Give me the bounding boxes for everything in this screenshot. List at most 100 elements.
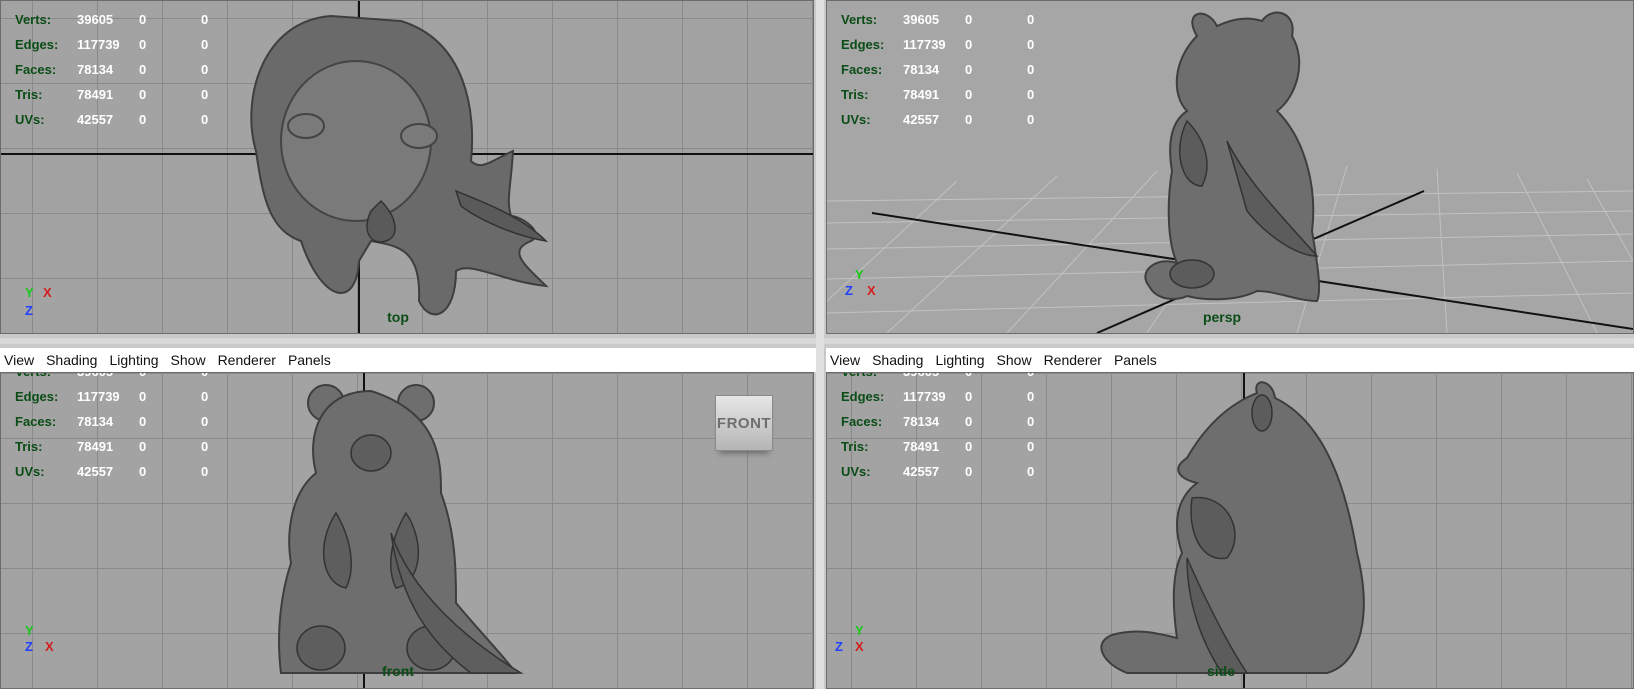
menu-shading[interactable]: Shading — [872, 352, 923, 368]
hud-value: 117739 — [77, 37, 120, 52]
hud-label: Verts: — [841, 12, 878, 27]
hud-value: 0 — [139, 373, 201, 379]
hud-row-verts: Verts:3960500 — [15, 373, 241, 384]
panel-menubar: View Shading Lighting Show Renderer Pane… — [826, 348, 1634, 372]
hud-value: 0 — [1027, 414, 1035, 429]
axis-y-label: Y — [25, 623, 34, 638]
axis-x-label: X — [43, 285, 52, 300]
hud-value: 0 — [1027, 373, 1067, 379]
viewcube-icon[interactable]: FRONT — [715, 395, 773, 451]
hud-label: Verts: — [841, 373, 903, 379]
hud-value: 0 — [139, 62, 147, 77]
axis-z-label: Z — [835, 639, 843, 654]
hud-row-verts: Verts:3960500 — [15, 7, 241, 32]
hud-value: 0 — [139, 87, 147, 102]
hud-label: Edges: — [841, 389, 885, 404]
hud-value: 0 — [201, 464, 209, 479]
menu-renderer[interactable]: Renderer — [1044, 352, 1102, 368]
hud-row-uvs: UVs: 42557 0 0 — [15, 459, 241, 484]
menu-view[interactable]: View — [830, 352, 860, 368]
hud-value: 0 — [965, 87, 973, 102]
hud-value: 39605 — [77, 373, 139, 379]
hud-label: Faces: — [841, 62, 883, 77]
menu-shading[interactable]: Shading — [46, 352, 97, 368]
hud-label: Tris: — [841, 439, 869, 454]
hud-label: Faces: — [15, 62, 57, 77]
hud-value: 78134 — [77, 414, 114, 429]
hud-row-faces: Faces: 78134 0 0 — [841, 409, 1067, 434]
hud-label: Tris: — [15, 87, 43, 102]
hud-value: 0 — [965, 112, 973, 127]
hud-row-tris: Tris: 78491 0 0 — [15, 82, 241, 107]
hud-value: 78134 — [903, 62, 940, 77]
axis-z-label: Z — [845, 283, 853, 298]
axis-x-label: X — [855, 639, 864, 654]
hud-row-tris: Tris: 78491 0 0 — [841, 82, 1067, 107]
hud-value: 0 — [1027, 439, 1035, 454]
hud-value: 39605 — [903, 12, 940, 27]
hud-value: 78491 — [77, 439, 114, 454]
viewport-front[interactable]: FRONT Verts:3960500 Edges:11773900 Faces… — [0, 372, 814, 689]
hud-value: 0 — [1027, 12, 1035, 27]
menu-lighting[interactable]: Lighting — [935, 352, 984, 368]
hud-row-uvs: UVs: 42557 0 0 — [841, 107, 1067, 132]
hud-row-edges: Edges: 117739 0 0 — [15, 384, 241, 409]
hud-value: 0 — [965, 12, 973, 27]
axis-gizmo-icon: Y Z X — [23, 623, 63, 663]
hud-row-edges: Edges: 117739 0 0 — [841, 32, 1067, 57]
hud-value: 0 — [1027, 37, 1035, 52]
hud-label: UVs: — [15, 464, 45, 479]
hud-value: 78134 — [903, 414, 940, 429]
panel-menubar: View Shading Lighting Show Renderer Pane… — [0, 348, 818, 372]
menu-view[interactable]: View — [4, 352, 34, 368]
hud-value: 39605 — [77, 12, 114, 27]
hud-value: 0 — [1027, 389, 1035, 404]
poly-count-hud: Verts: 39605 0 0 Edges: 117739 0 0 Faces: 78134… — [15, 7, 241, 132]
hud-value: 0 — [1027, 62, 1035, 77]
hud-value: 39605 — [903, 373, 965, 379]
panel-persp: Verts: 39605 0 0 Edges: 117739 0 0 Faces: 78134… — [826, 0, 1634, 338]
hud-value: 0 — [201, 37, 209, 52]
panel-divider-vertical[interactable] — [816, 0, 824, 689]
panel-top: Verts: 39605 0 0 Edges: 117739 0 0 Faces: 78134… — [0, 0, 818, 338]
axis-z-label: Z — [25, 639, 33, 654]
hud-value: 78491 — [903, 87, 940, 102]
hud-row-faces: Faces: 78134 0 0 — [15, 57, 241, 82]
axis-y-label: Y — [855, 623, 864, 638]
hud-row-verts: Verts:3960500 — [841, 373, 1067, 384]
menu-panels[interactable]: Panels — [288, 352, 331, 368]
hud-value: 0 — [201, 12, 209, 27]
menu-lighting[interactable]: Lighting — [109, 352, 158, 368]
hud-label: UVs: — [841, 464, 871, 479]
hud-label: UVs: — [15, 112, 45, 127]
viewport-top[interactable]: Verts: 39605 0 0 Edges: 117739 0 0 Faces: 78134… — [0, 0, 814, 334]
hud-value: 0 — [201, 439, 209, 454]
hud-row-uvs: UVs: 42557 0 0 — [15, 107, 241, 132]
hud-value: 78491 — [77, 87, 114, 102]
viewport-persp[interactable]: Verts: 39605 0 0 Edges: 117739 0 0 Faces: 78134… — [826, 0, 1634, 334]
axis-x-label: X — [45, 639, 54, 654]
hud-value: 0 — [139, 439, 147, 454]
hud-value: 0 — [139, 112, 147, 127]
axis-y-label: Y — [25, 285, 34, 300]
hud-value: 0 — [1027, 112, 1035, 127]
hud-label: Verts: — [15, 373, 77, 379]
hud-value: 0 — [201, 414, 209, 429]
hud-value: 42557 — [77, 464, 114, 479]
hud-row-faces: Faces: 78134 0 0 — [841, 57, 1067, 82]
hud-value: 0 — [201, 87, 209, 102]
camera-label: front — [382, 663, 414, 679]
axis-y-label: Y — [855, 267, 864, 282]
axis-z-label: Z — [25, 303, 33, 318]
hud-value: 42557 — [903, 112, 940, 127]
panel-side: View Shading Lighting Show Renderer Pane… — [826, 348, 1634, 689]
hud-label: Faces: — [841, 414, 883, 429]
axis-x-label: X — [867, 283, 876, 298]
menu-show[interactable]: Show — [997, 352, 1032, 368]
menu-renderer[interactable]: Renderer — [218, 352, 276, 368]
hud-row-uvs: UVs: 42557 0 0 — [841, 459, 1067, 484]
hud-value: 0 — [139, 37, 147, 52]
viewport-side[interactable]: Verts:3960500 Edges:11773900 Faces:78134… — [826, 372, 1634, 689]
menu-panels[interactable]: Panels — [1114, 352, 1157, 368]
menu-show[interactable]: Show — [171, 352, 206, 368]
